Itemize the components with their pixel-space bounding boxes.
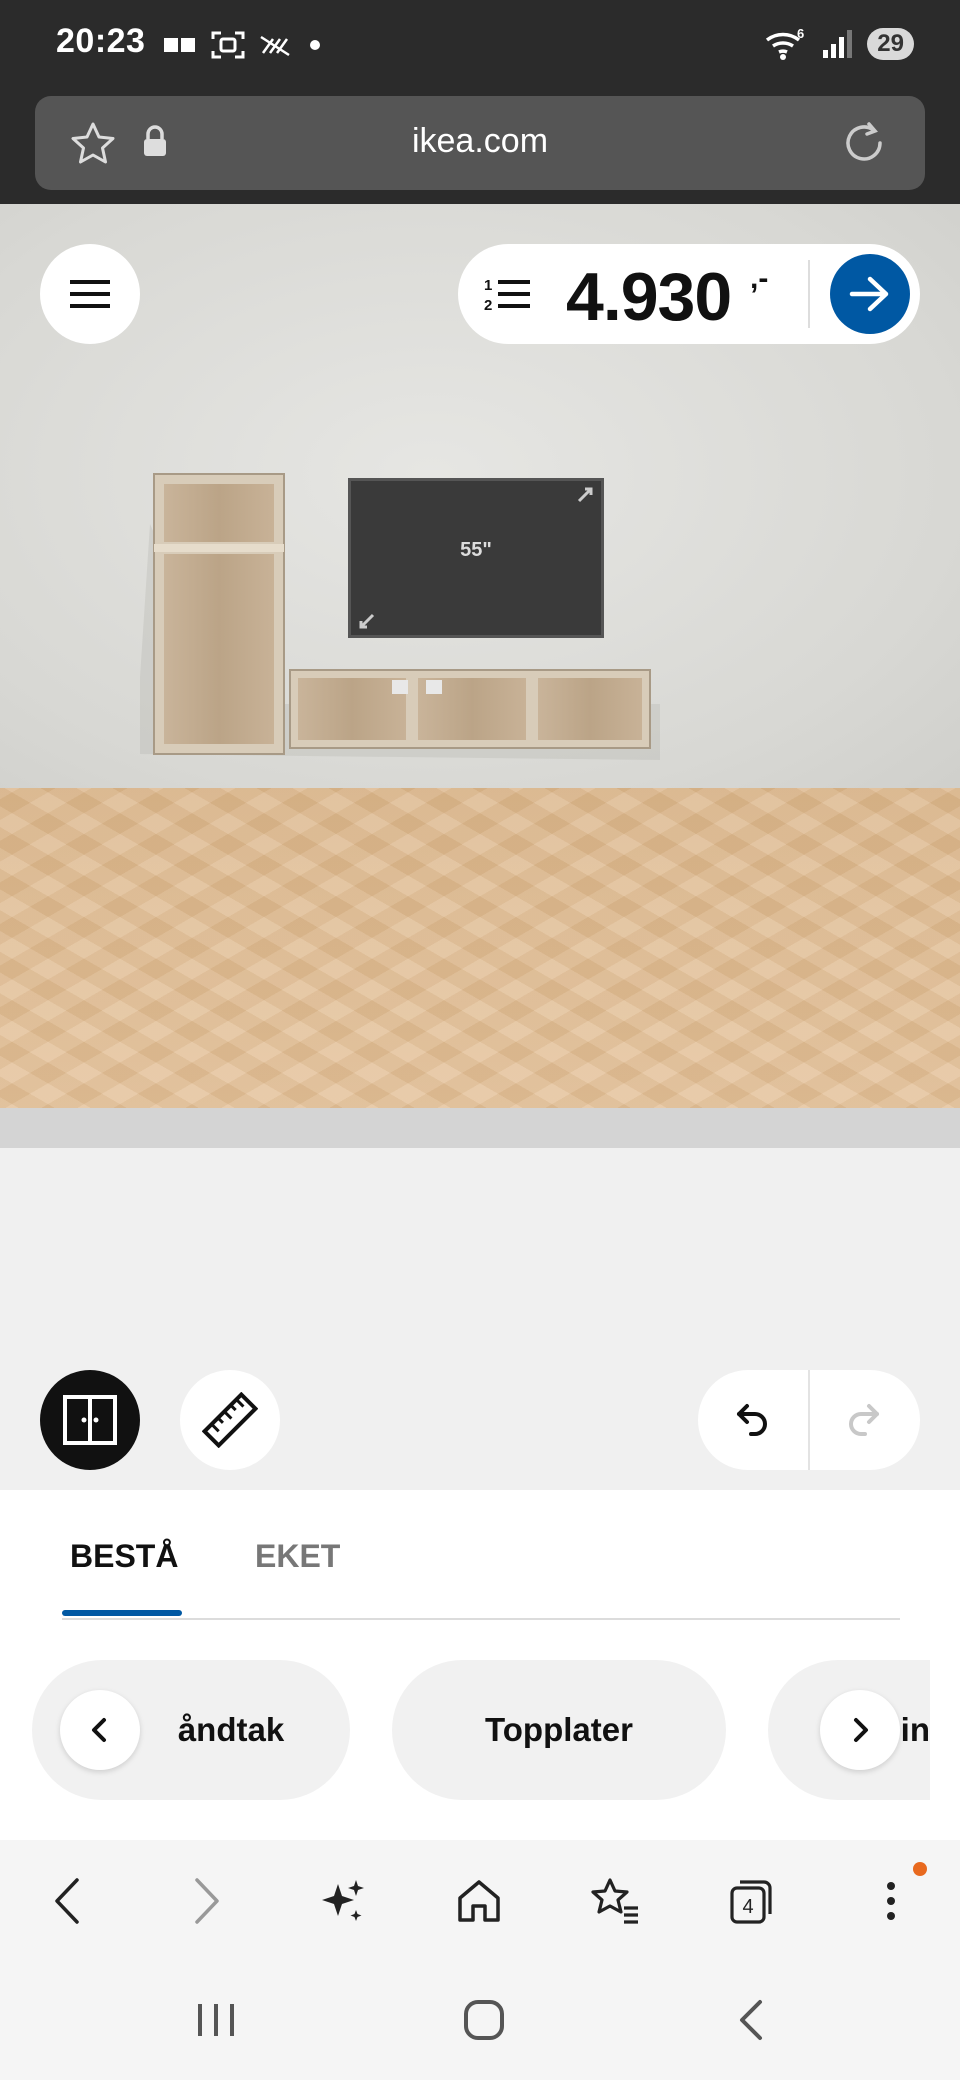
dot-icon (310, 40, 320, 50)
scroll-right-button[interactable] (820, 1690, 900, 1770)
back-icon (55, 1878, 79, 1924)
tab-active-indicator (62, 1610, 182, 1616)
recent-apps-icon (198, 2004, 234, 2036)
undo-redo-group (698, 1370, 920, 1470)
system-back-icon (740, 2000, 762, 2040)
room-floor (0, 788, 960, 1118)
doors-toggle-button[interactable] (40, 1370, 140, 1470)
back-button[interactable] (32, 1866, 102, 1936)
forward-button[interactable] (172, 1866, 242, 1936)
tabs-icon: 4 (730, 1880, 772, 1924)
status-bar: 20:23 6 29 (0, 0, 960, 92)
divider (808, 260, 810, 328)
resize-handle-icon[interactable] (357, 611, 377, 631)
ai-assistant-button[interactable] (308, 1866, 378, 1936)
home-icon (458, 1880, 500, 1922)
wifi-icon: 6 (766, 26, 805, 60)
svg-text:2: 2 (484, 297, 492, 314)
tv-bench[interactable] (289, 669, 651, 749)
home-button[interactable] (444, 1866, 514, 1936)
menu-button[interactable] (40, 244, 140, 344)
redo-icon (849, 1404, 879, 1436)
resize-handle-icon[interactable] (575, 485, 595, 505)
more-vertical-icon (887, 1882, 895, 1920)
recent-apps-button[interactable] (176, 1990, 256, 2050)
notification-dot (913, 1862, 927, 1876)
system-navigation-bar (0, 1960, 960, 2080)
browser-bottom-bar: 4 (0, 1840, 960, 1960)
system-back-button[interactable] (712, 1990, 792, 2050)
wall-cabinet-tall[interactable] (153, 473, 285, 755)
status-system-icons: 6 29 (763, 26, 914, 62)
tab-eket[interactable]: EKET (255, 1538, 340, 1575)
chip-label: Topplater (485, 1711, 633, 1748)
price-suffix: ,- (750, 262, 769, 295)
cell-signal-icon (823, 30, 853, 58)
tv-screen[interactable]: 55" (348, 478, 604, 638)
svg-text:6: 6 (797, 26, 804, 41)
price-summary[interactable]: 12 4.930 ,- (458, 244, 920, 344)
svg-text:4: 4 (742, 1896, 753, 1918)
chip-label: in (900, 1711, 930, 1748)
reload-icon[interactable] (839, 118, 889, 168)
checkout-button[interactable] (830, 254, 910, 334)
ruler-icon (202, 1392, 258, 1448)
tabs-button[interactable]: 4 (716, 1866, 786, 1936)
chevron-left-icon (92, 1718, 106, 1742)
system-home-button[interactable] (444, 1990, 524, 2050)
bookmarks-button[interactable] (580, 1866, 650, 1936)
tv-size-label: 55" (460, 539, 492, 561)
product-panel: BESTÅ EKET åndtak Topplater in (0, 1490, 960, 1840)
scroll-left-button[interactable] (60, 1690, 140, 1770)
total-price: 4.930 (566, 259, 732, 335)
room-3d-view[interactable]: 55" 12 4.930 ,- (0, 204, 960, 1490)
message-icon (164, 38, 195, 52)
floor-edge (0, 1108, 960, 1148)
tab-underline-track (62, 1618, 900, 1620)
redo-button[interactable] (828, 1390, 898, 1450)
numbered-list-icon: 12 (484, 277, 530, 314)
forward-icon (195, 1878, 219, 1924)
address-bar[interactable]: ikea.com (35, 96, 925, 190)
more-options-button[interactable] (856, 1866, 926, 1936)
undo-icon (737, 1404, 767, 1436)
screenshot-icon (211, 31, 245, 59)
divider (808, 1370, 810, 1470)
url-text: ikea.com (411, 122, 549, 160)
chip-topplater[interactable]: Topplater (392, 1660, 726, 1800)
tab-besta[interactable]: BESTÅ (70, 1538, 178, 1575)
hamburger-icon (70, 280, 110, 308)
doors-icon (63, 1395, 117, 1445)
bookmarks-icon (591, 1878, 638, 1924)
sparkle-icon (322, 1880, 364, 1921)
status-notification-icons (163, 30, 325, 60)
battery-indicator: 29 (867, 28, 914, 60)
svg-text:1: 1 (484, 277, 492, 294)
status-time: 20:23 (56, 22, 146, 60)
arrow-right-icon (849, 276, 889, 312)
chip-label: åndtak (177, 1711, 285, 1748)
system-home-icon (464, 2000, 504, 2040)
signal-off-icon (260, 35, 290, 57)
chevron-right-icon (854, 1718, 868, 1742)
undo-button[interactable] (718, 1390, 788, 1450)
measure-button[interactable] (180, 1370, 280, 1470)
